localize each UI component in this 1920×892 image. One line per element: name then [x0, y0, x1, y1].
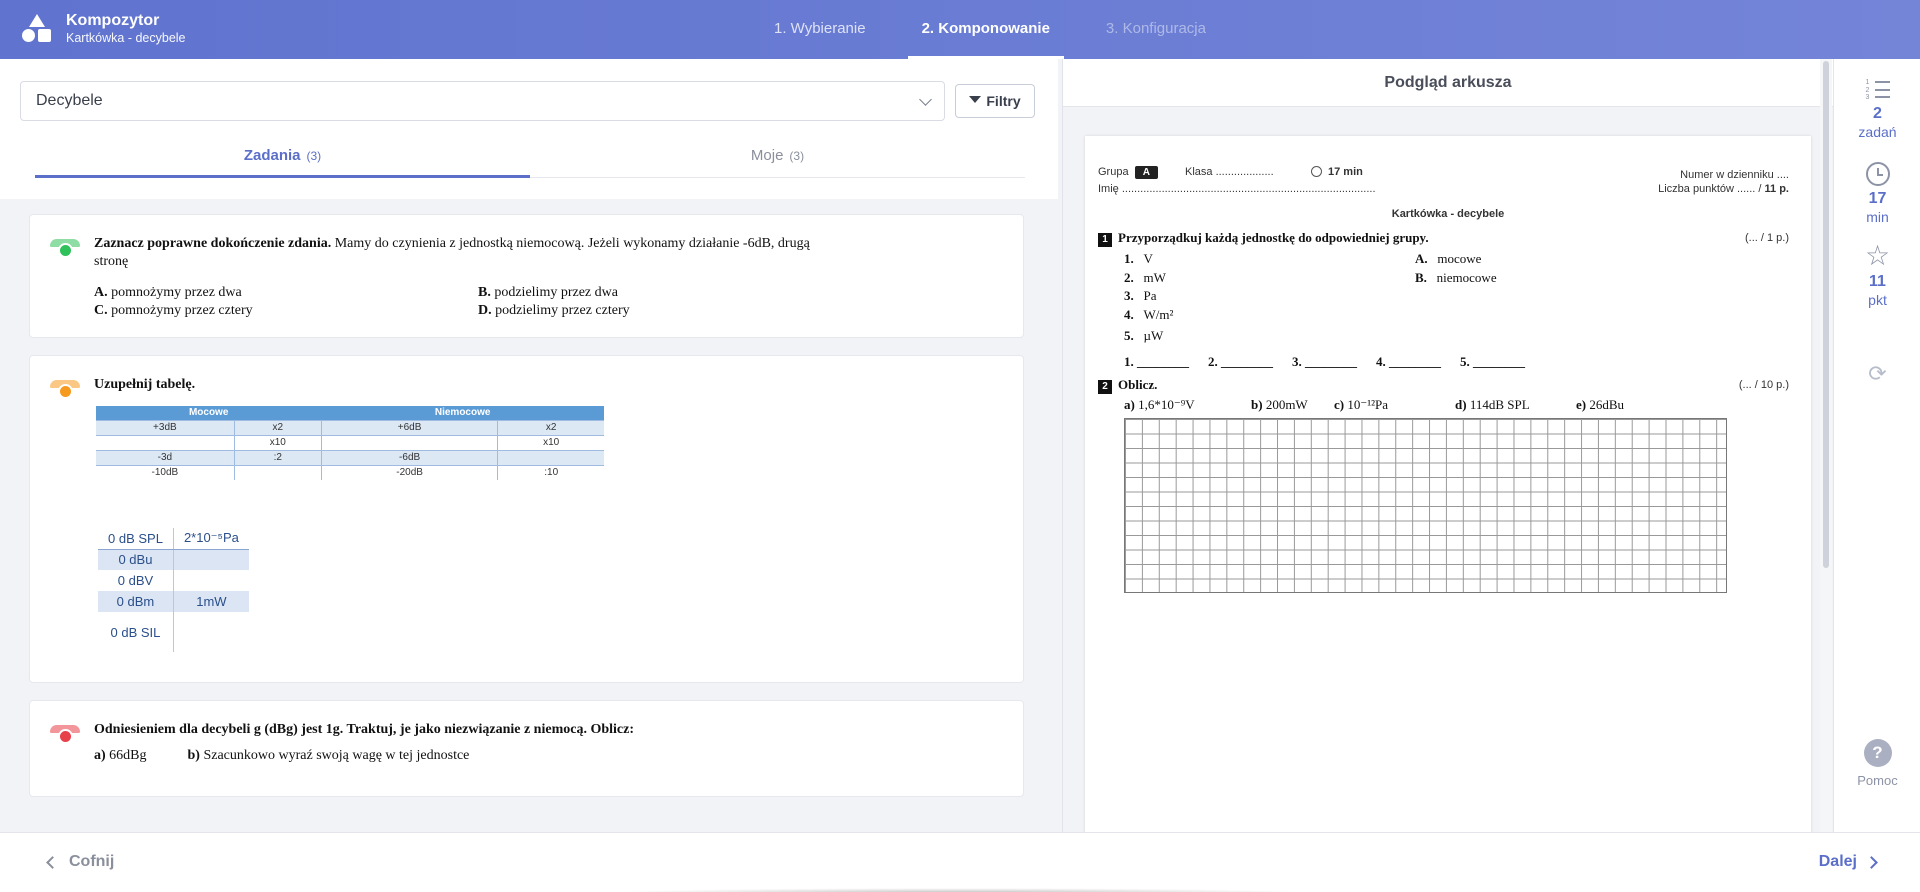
footer-bar: Cofnij Dalej	[0, 832, 1920, 892]
sheet-part-d: d) 114dB SPL	[1455, 397, 1530, 412]
sheet-blank-5: 5. ________	[1460, 354, 1525, 369]
clock-icon	[1865, 162, 1890, 186]
shapes-logo-icon	[22, 14, 52, 44]
sheet-task-1-title: 1 Przyporządkuj każdą jednostkę do odpowi…	[1098, 230, 1429, 247]
filters-button[interactable]: Filtry	[955, 84, 1035, 118]
step-konfiguracja: 3. Konfiguracja	[1105, 20, 1206, 37]
preview-scrollbar[interactable]	[1820, 59, 1832, 832]
bottom-shadow	[600, 888, 1320, 892]
sheet-task-1-points: (... / 1 p.)	[1744, 232, 1789, 244]
sheet-group-b: B. niemocowe	[1415, 270, 1497, 285]
decibel-table: Mocowe Niemocowe +3dB x2 +6dB x2 x10 x10 -3d:…	[96, 406, 604, 480]
chevron-right-icon	[1865, 855, 1878, 869]
sheet-preview-panel: Podgląd arkusza Grupa A Klasa ..........…	[1062, 59, 1833, 836]
answer-grid	[1124, 418, 1727, 593]
task-card-1[interactable]: Zaznacz poprawne dokończenie zdania. Mam…	[29, 214, 1024, 338]
worksheet-page: Grupa A Klasa ................... 17 min…	[1085, 136, 1811, 836]
next-button[interactable]: Dalej	[1819, 853, 1878, 871]
task-card-2[interactable]: Uzupełnij tabelę. Mocowe Niemocowe +3dB x2…	[29, 355, 1024, 683]
difficulty-medium-icon	[50, 380, 80, 402]
sheet-task-2-points: (... / 10 p.)	[1738, 379, 1789, 391]
time-field: 17 min	[1311, 166, 1363, 178]
back-button[interactable]: Cofnij	[46, 853, 114, 871]
app-title: Kompozytor	[66, 12, 160, 29]
sheet-item-4: 4. W/m²	[1124, 307, 1174, 322]
scrollbar-thumb[interactable]	[1823, 61, 1829, 568]
browser-header: Decybele Filtry Zadania (3) Moje (3)	[0, 59, 1058, 199]
test-subtitle: Kartkówka - decybele	[66, 31, 186, 45]
punkty-field: Liczba punktów ...... / 11 p.	[1658, 183, 1789, 195]
sheet-item-2: 2. mW	[1124, 270, 1166, 285]
wizard-steps: 1. Wybieranie 2. Komponowanie 3. Konfigu…	[760, 0, 1248, 59]
sheet-item-3: 3. Pa	[1124, 288, 1157, 303]
tab-zadania[interactable]: Zadania (3)	[35, 144, 530, 178]
filters-label: Filtry	[986, 93, 1021, 109]
clock-icon	[1311, 166, 1322, 177]
refresh-button[interactable]: ⟳	[1834, 361, 1920, 387]
task-browser-panel: Decybele Filtry Zadania (3) Moje (3) Zazna…	[0, 59, 1058, 832]
reference-levels-table: 0 dB SPL 2*10⁻⁵Pa 0 dBu 0 dBV 0 dBm 1mW 0 …	[98, 528, 249, 652]
topic-select-value: Decybele	[36, 92, 103, 109]
numbered-list-icon: 1 2 3	[1866, 79, 1890, 101]
brand: Kompozytor Kartkówka - decybele	[22, 12, 186, 46]
sheet-part-a: a) 1,6*10⁻⁹V	[1124, 397, 1195, 412]
sheet-item-1: 1. V	[1124, 251, 1153, 266]
imie-field: Imię ...................................…	[1098, 183, 1376, 195]
task-3-text: Odniesieniem dla decybeli g (dBg) jest 1…	[94, 722, 634, 737]
difficulty-hard-icon	[50, 725, 80, 747]
tasks-count: 1 2 3 2 zadań	[1858, 79, 1897, 140]
answer-d: D. podzielimy przez cztery	[478, 303, 630, 318]
task-1-text: Zaznacz poprawne dokończenie zdania. Mam…	[94, 236, 810, 269]
refresh-icon: ⟳	[1868, 361, 1887, 386]
chevron-left-icon	[46, 855, 59, 869]
task-2-title: Uzupełnij tabelę.	[94, 377, 196, 392]
task-tabs: Zadania (3) Moje (3)	[35, 144, 1025, 178]
chevron-down-icon	[919, 93, 932, 106]
sheet-blank-3: 3. ________	[1292, 354, 1357, 369]
filter-icon	[969, 95, 982, 103]
sheet-blank-4: 4. ________	[1376, 354, 1441, 369]
preview-title: Podgląd arkusza	[1063, 59, 1833, 107]
task-card-3[interactable]: Odniesieniem dla decybeli g (dBg) jest 1…	[29, 700, 1024, 797]
difficulty-easy-icon	[50, 239, 80, 261]
answer-b: B. podzielimy przez dwa	[478, 285, 618, 300]
sheet-blank-1: 1. ________	[1124, 354, 1189, 369]
task-3-parts: a) 66dBg b) Szacunkowo wyraź swoją wagę …	[94, 748, 470, 763]
help-button[interactable]: ? Pomoc	[1834, 739, 1920, 788]
summary-rail: 1 2 3 2 zadań 17 min ☆ 11 pkt ⟳ ? Pomoc	[1833, 59, 1920, 832]
answer-a: A. pomnożymy przez dwa	[94, 285, 242, 300]
sheet-group-a: A. mocowe	[1415, 251, 1482, 266]
sheet-title: Kartkówka - decybele	[1391, 208, 1505, 220]
grupa-field: Grupa A	[1098, 166, 1158, 179]
sheet-part-b: b) 200mW	[1251, 397, 1308, 412]
sheet-part-e: e) 26dBu	[1576, 397, 1625, 412]
sheet-item-5: 5. µW	[1124, 328, 1164, 343]
tab-moje[interactable]: Moje (3)	[530, 144, 1025, 178]
sheet-part-c: c) 10⁻¹²Pa	[1334, 397, 1389, 412]
time-total: 17 min	[1834, 162, 1920, 226]
sheet-task-2-title: 2 Oblicz.	[1098, 377, 1157, 394]
step-komponowanie[interactable]: 2. Komponowanie	[907, 0, 1064, 59]
step-wybieranie[interactable]: 1. Wybieranie	[760, 0, 880, 59]
answer-c: C. pomnożymy przez cztery	[94, 303, 253, 318]
help-icon: ?	[1863, 739, 1892, 767]
top-bar: Kompozytor Kartkówka - decybele 1. Wybie…	[0, 0, 1920, 59]
numer-field: Numer w dzienniku ....	[1680, 169, 1789, 181]
topic-select[interactable]: Decybele	[20, 81, 945, 121]
star-icon: ☆	[1864, 240, 1891, 271]
sheet-blank-2: 2. ________	[1208, 354, 1273, 369]
klasa-field: Klasa ...................	[1185, 166, 1274, 178]
points-total: ☆ 11 pkt	[1834, 240, 1920, 309]
